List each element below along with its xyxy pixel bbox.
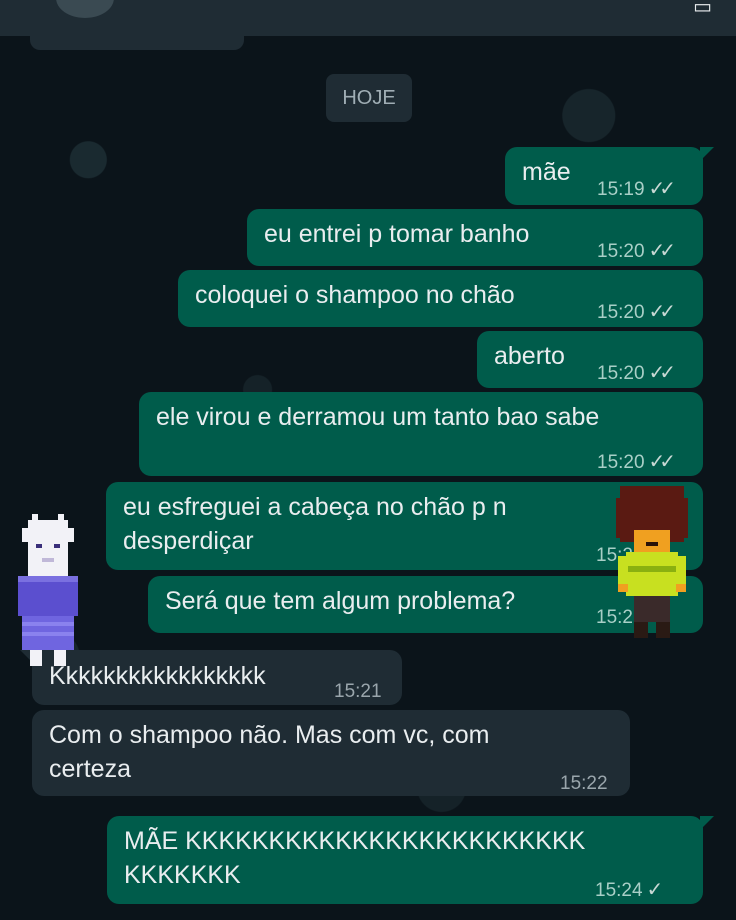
date-divider: HOJE bbox=[326, 74, 412, 122]
message-text: eu esfreguei a cabeça no chão p n desper… bbox=[123, 493, 507, 555]
chat-header: ▭ bbox=[0, 0, 736, 36]
double-check-icon: ✓✓ bbox=[648, 362, 676, 384]
message-time: 15:22 bbox=[560, 773, 608, 794]
message-time: 15:20 bbox=[597, 363, 645, 384]
message-time: 15:24 bbox=[595, 880, 643, 901]
kid-sprite-sticker bbox=[616, 486, 688, 638]
incoming-message[interactable]: Kkkkkkkkkkkkkkkkk 15:21 bbox=[32, 650, 402, 705]
outgoing-message[interactable]: eu entrei p tomar banho 15:20 ✓✓ bbox=[247, 209, 703, 266]
video-call-icon[interactable]: ▭ bbox=[693, 0, 712, 18]
single-check-icon: ✓ bbox=[646, 879, 664, 901]
message-time: 15:21 bbox=[334, 681, 382, 702]
bubble-tail bbox=[700, 147, 714, 161]
outgoing-message[interactable]: coloquei o shampoo no chão 15:20 ✓✓ bbox=[178, 270, 703, 327]
avatar[interactable] bbox=[56, 0, 114, 18]
message-text: mãe bbox=[522, 158, 571, 186]
header-icons: ▭ bbox=[693, 0, 712, 19]
message-text: Com o shampoo não. Mas com vc, com certe… bbox=[49, 721, 490, 783]
message-text: coloquei o shampoo no chão bbox=[195, 281, 515, 309]
double-check-icon: ✓✓ bbox=[648, 301, 676, 323]
message-time: 15:19 bbox=[597, 179, 645, 200]
outgoing-message[interactable]: aberto 15:20 ✓✓ bbox=[477, 331, 703, 388]
outgoing-message[interactable]: MÃE KKKKKKKKKKKKKKKKKKKKKKKK KKKKKKK 15:… bbox=[107, 816, 703, 904]
message-time: 15:20 bbox=[597, 302, 645, 323]
message-time: 15:20 bbox=[597, 241, 645, 262]
message-text: eu entrei p tomar banho bbox=[264, 220, 530, 248]
double-check-icon: ✓✓ bbox=[648, 240, 676, 262]
message-text: ele virou e derramou um tanto bao sabe bbox=[156, 403, 600, 431]
message-text: aberto bbox=[494, 342, 565, 370]
outgoing-message[interactable]: ele virou e derramou um tanto bao sabe 1… bbox=[139, 392, 703, 476]
double-check-icon: ✓✓ bbox=[648, 178, 676, 200]
goat-sprite-sticker bbox=[18, 514, 78, 666]
previous-message-bubble bbox=[30, 36, 244, 50]
double-check-icon: ✓✓ bbox=[648, 451, 676, 473]
incoming-message[interactable]: Com o shampoo não. Mas com vc, com certe… bbox=[32, 710, 630, 796]
outgoing-message[interactable]: mãe 15:19 ✓✓ bbox=[505, 147, 703, 205]
message-text: Será que tem algum problema? bbox=[165, 587, 516, 615]
bubble-tail bbox=[700, 816, 714, 830]
message-text: MÃE KKKKKKKKKKKKKKKKKKKKKKKK KKKKKKK bbox=[124, 827, 586, 889]
message-time: 15:20 bbox=[597, 452, 645, 473]
